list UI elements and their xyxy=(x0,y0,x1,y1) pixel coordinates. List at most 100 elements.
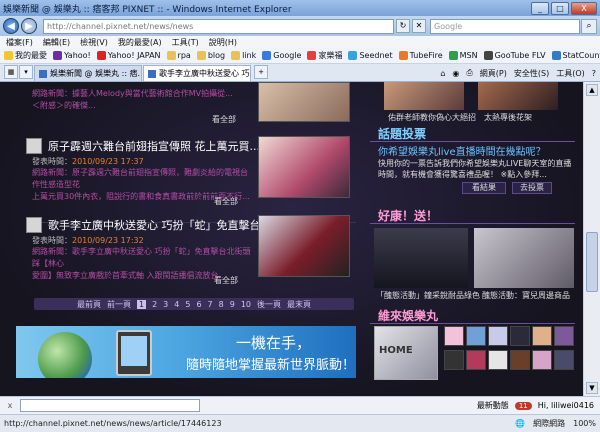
feature-image[interactable] xyxy=(384,82,464,110)
print-icon[interactable]: ⎙ xyxy=(466,68,472,78)
prev-more-link[interactable]: 看全部 xyxy=(212,114,236,125)
fav-item-link[interactable]: link xyxy=(231,51,256,60)
giveaway-image[interactable] xyxy=(374,228,468,288)
pager-next[interactable]: 後一頁 xyxy=(257,299,281,310)
pager-page[interactable]: 6 xyxy=(196,300,201,309)
tab-list-icon[interactable]: ▾ xyxy=(19,65,33,79)
pager-page[interactable]: 2 xyxy=(152,300,157,309)
member-avatar[interactable] xyxy=(532,326,552,346)
fav-item-tubefire[interactable]: TubeFire xyxy=(398,51,443,60)
fav-item-gootube[interactable]: GooTube FLV xyxy=(483,51,546,60)
home-logo[interactable]: HOME xyxy=(374,326,438,380)
fav-item-yahoo-japan[interactable]: Yahoo! JAPAN xyxy=(96,51,161,60)
back-button[interactable]: ◀ xyxy=(3,18,19,34)
member-avatar[interactable] xyxy=(510,350,530,370)
url-input[interactable]: http://channel.pixnet.net/news/news xyxy=(43,18,394,34)
safety-menu[interactable]: 安全性(S) xyxy=(514,68,549,79)
zoom-level[interactable]: 100% xyxy=(573,419,596,428)
feeds-icon[interactable]: ◉ xyxy=(452,69,459,78)
member-avatar[interactable] xyxy=(466,326,486,346)
mobile-banner[interactable]: 一機在手， 隨時隨地掌握最新世界脈動！ xyxy=(16,326,356,378)
quick-tabs-icon[interactable]: ▦ xyxy=(4,65,18,79)
close-find-icon[interactable]: x xyxy=(4,401,16,410)
tools-menu[interactable]: 工具(O) xyxy=(556,68,585,79)
vote-button[interactable]: 去投票 xyxy=(512,182,552,194)
pager-page[interactable]: 10 xyxy=(241,300,251,309)
menu-view[interactable]: 檢視(V) xyxy=(80,37,108,48)
news-title[interactable]: 原子霹週六難台前翅指宣傳照 花上萬元買... xyxy=(48,138,260,154)
search-icon[interactable]: ⌕ xyxy=(581,18,597,34)
member-avatar[interactable] xyxy=(444,326,464,346)
news-thumbnail[interactable] xyxy=(258,215,350,277)
view-results-button[interactable]: 看結果 xyxy=(462,182,506,194)
stop-icon[interactable]: ✕ xyxy=(412,19,426,33)
giveaway-caption[interactable]: 「醜態活動」鐘采銳耐品綠色 xyxy=(376,290,480,301)
pager-page[interactable]: 3 xyxy=(163,300,168,309)
member-avatar[interactable] xyxy=(532,350,552,370)
member-avatar[interactable] xyxy=(488,350,508,370)
fav-item-statcounter[interactable]: StatCounter xyxy=(551,51,600,60)
giveaway-image[interactable] xyxy=(474,228,574,288)
pager-first[interactable]: 最前頁 xyxy=(77,299,101,310)
prev-news-thumb[interactable] xyxy=(258,82,350,122)
help-icon[interactable]: ? xyxy=(592,69,596,78)
news-feed-label[interactable]: 最新動態 xyxy=(477,400,509,411)
tab-entertainment-news[interactable]: 娛樂新聞 @ 娛樂丸 :: 痞... xyxy=(34,65,142,81)
feature-image[interactable] xyxy=(478,82,558,110)
page-menu[interactable]: 網頁(P) xyxy=(480,68,507,79)
new-tab-button[interactable]: + xyxy=(254,65,268,79)
member-avatar[interactable] xyxy=(488,326,508,346)
fav-item-seednet[interactable]: Seednet xyxy=(348,51,393,60)
tab-article[interactable]: 歌手李立廣中秋送愛心 巧扮... ✕ xyxy=(143,65,251,81)
menu-tools[interactable]: 工具(T) xyxy=(172,37,199,48)
more-link[interactable]: 看全部 xyxy=(214,275,238,286)
fav-item-rpa[interactable]: rpa xyxy=(166,51,191,60)
news-thumbnail[interactable] xyxy=(258,136,350,198)
poll-question[interactable]: 你希望娛樂丸live直播時間在幾點呢？ xyxy=(378,143,546,158)
more-link[interactable]: 看全部 xyxy=(214,196,238,207)
menu-edit[interactable]: 編輯(E) xyxy=(43,37,70,48)
pager-current-page[interactable]: 1 xyxy=(136,299,147,309)
vertical-scrollbar[interactable]: ▲ ▼ xyxy=(583,82,600,396)
pager-last[interactable]: 最末頁 xyxy=(287,299,311,310)
fav-item-yahoo[interactable]: Yahoo! xyxy=(53,51,91,60)
find-input[interactable] xyxy=(20,399,200,412)
refresh-icon[interactable]: ↻ xyxy=(396,19,410,33)
pager-prev[interactable]: 前一頁 xyxy=(107,299,131,310)
close-button[interactable]: X xyxy=(571,1,597,15)
member-avatar[interactable] xyxy=(466,350,486,370)
giveaway-caption[interactable]: 醜態活動：寶兒周邊商品 xyxy=(482,290,570,301)
pager-page[interactable]: 5 xyxy=(185,300,190,309)
pager-page[interactable]: 8 xyxy=(219,300,224,309)
member-avatar[interactable] xyxy=(554,350,574,370)
news-item: 歌手李立廣中秋送愛心 巧扮「蛇」免直擊台... 發表時間：2010/09/23 … xyxy=(26,215,350,305)
maximize-button[interactable]: □ xyxy=(551,1,569,15)
menu-favorites[interactable]: 我的最愛(A) xyxy=(118,37,162,48)
menu-file[interactable]: 檔案(F) xyxy=(6,37,33,48)
pager-page[interactable]: 4 xyxy=(174,300,179,309)
member-avatar[interactable] xyxy=(444,350,464,370)
favorites-button[interactable]: 我的最愛 xyxy=(4,50,47,61)
feature-caption[interactable]: 佑群老師教你偽心大絕招 xyxy=(388,112,476,123)
fav-item-msn[interactable]: MSN xyxy=(448,51,478,60)
scroll-thumb[interactable] xyxy=(586,232,598,292)
fav-label: Yahoo! JAPAN xyxy=(107,51,161,60)
pager-page[interactable]: 7 xyxy=(208,300,213,309)
news-title[interactable]: 歌手李立廣中秋送愛心 巧扮「蛇」免直擊台... xyxy=(48,217,271,233)
minimize-button[interactable]: _ xyxy=(531,1,549,15)
forward-button[interactable]: ▶ xyxy=(21,18,37,34)
scroll-up-icon[interactable]: ▲ xyxy=(586,84,598,96)
fav-item-google[interactable]: Google xyxy=(262,51,301,60)
scroll-down-icon[interactable]: ▼ xyxy=(586,382,598,394)
member-avatar[interactable] xyxy=(554,326,574,346)
search-input[interactable]: Google xyxy=(430,18,580,34)
feature-caption[interactable]: 太熱專後花架 xyxy=(484,112,532,123)
fav-item-blog[interactable]: blog xyxy=(196,51,225,60)
menu-help[interactable]: 說明(H) xyxy=(209,37,237,48)
fav-item-carrefour[interactable]: 家樂福 xyxy=(307,50,342,61)
user-greeting[interactable]: Hi, liliwei0416 xyxy=(538,401,594,410)
home-icon[interactable]: ⌂ xyxy=(440,69,445,78)
pager-page[interactable]: 9 xyxy=(230,300,235,309)
member-avatar[interactable] xyxy=(510,326,530,346)
status-url: http://channel.pixnet.net/news/news/arti… xyxy=(4,419,222,428)
